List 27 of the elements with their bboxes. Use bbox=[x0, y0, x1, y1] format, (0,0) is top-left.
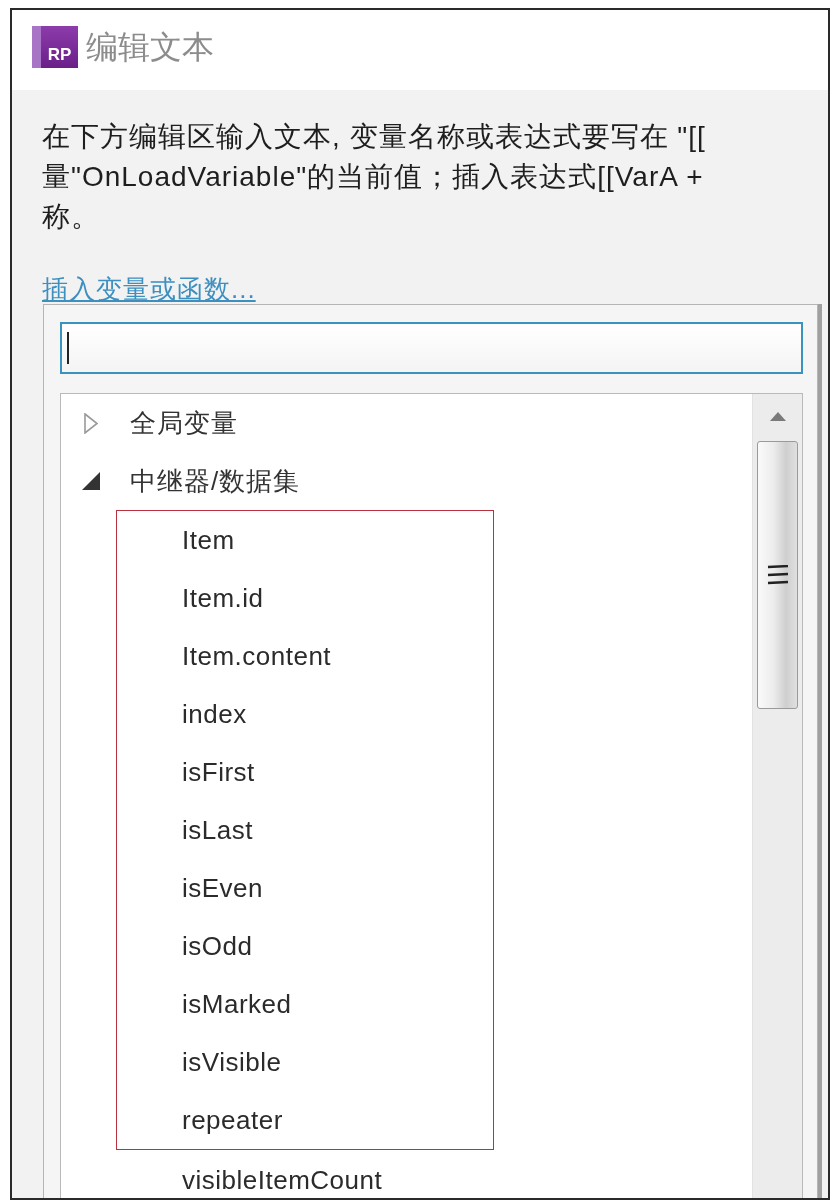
grip-icon bbox=[766, 565, 789, 585]
instruction-text: 在下方编辑区输入文本, 变量名称或表达式要写在 "[[ bbox=[42, 120, 706, 154]
tree-item[interactable]: index bbox=[182, 699, 247, 729]
tree-item[interactable]: isLast bbox=[182, 815, 253, 845]
tree-item[interactable]: visibleItemCount bbox=[182, 1165, 383, 1195]
tree-group[interactable]: 中继器/数据集 bbox=[130, 466, 301, 496]
tree-item[interactable]: isMarked bbox=[182, 989, 292, 1019]
scroll-up-icon[interactable] bbox=[769, 412, 786, 421]
tree-item[interactable]: isFirst bbox=[182, 757, 255, 787]
tree-item[interactable]: Item.id bbox=[182, 583, 264, 613]
tree-item[interactable]: Item bbox=[182, 525, 235, 555]
triangle-down-icon[interactable] bbox=[81, 471, 101, 491]
tree-item[interactable]: repeater bbox=[182, 1105, 283, 1135]
triangle-right-icon[interactable] bbox=[84, 412, 98, 434]
tree-item[interactable]: isVisible bbox=[182, 1047, 282, 1077]
instruction-text: 称。 bbox=[42, 200, 100, 234]
instruction-text: 量"OnLoadVariable"的当前值；插入表达式[[VarA + bbox=[42, 160, 704, 194]
app-logo: RP bbox=[32, 26, 78, 68]
tree-item[interactable]: Item.content bbox=[182, 641, 332, 671]
window-title: 编辑文本 bbox=[86, 28, 214, 67]
tree-item[interactable]: isOdd bbox=[182, 931, 253, 961]
scrollbar-thumb[interactable] bbox=[757, 441, 798, 709]
text-cursor-icon bbox=[67, 332, 69, 364]
scrollbar-track[interactable] bbox=[752, 394, 802, 1198]
tree-group[interactable]: 全局变量 bbox=[130, 408, 238, 438]
tree-item[interactable]: isEven bbox=[182, 873, 264, 903]
search-field[interactable] bbox=[60, 322, 803, 374]
